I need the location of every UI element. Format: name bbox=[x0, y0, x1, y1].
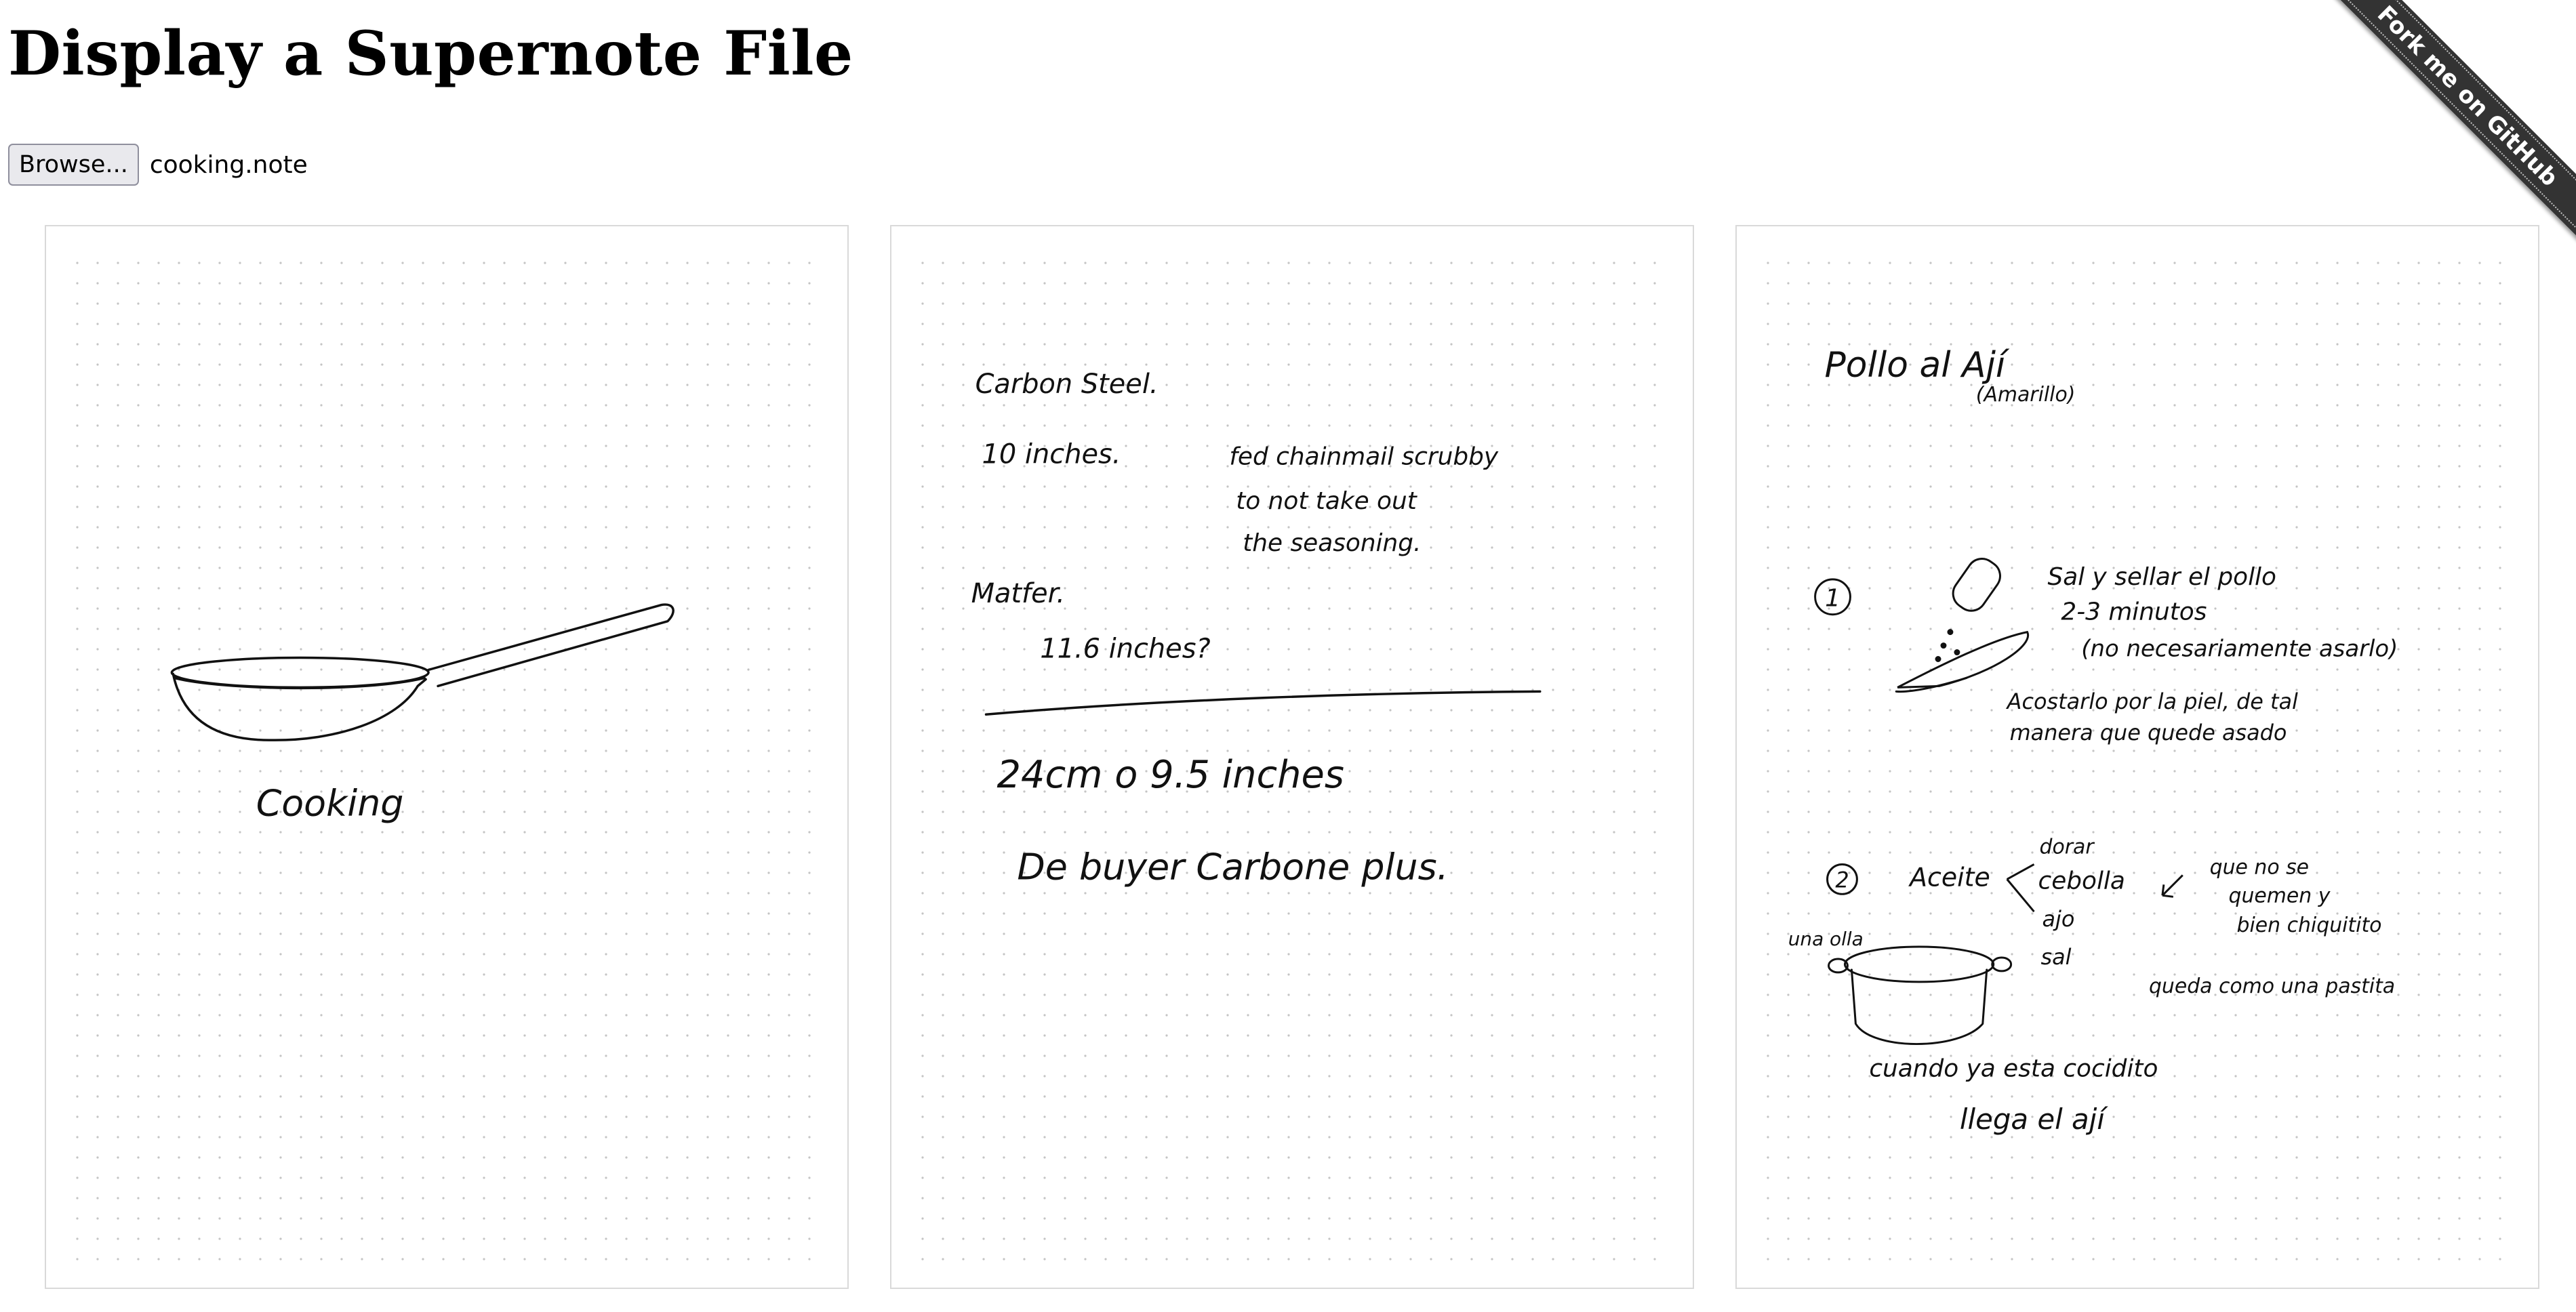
page-3-line: (Amarillo) bbox=[1976, 383, 2076, 407]
page-3-line: cuando ya esta cocidito bbox=[1869, 1054, 2158, 1082]
page-2-line: 10 inches. bbox=[982, 438, 1121, 470]
page-ink: Cooking bbox=[170, 603, 675, 825]
page-2-line: Carbon Steel. bbox=[975, 369, 1159, 400]
page-3-line: quemen y bbox=[2229, 884, 2331, 907]
page-1-line: Cooking bbox=[256, 782, 404, 825]
page-2-line: 24cm o 9.5 inches bbox=[997, 753, 1344, 797]
page-2-line: fed chainmail scrubby bbox=[1229, 443, 1499, 470]
page-2-line: to not take out bbox=[1236, 487, 1417, 515]
page-3-line: queda como una pastita bbox=[2149, 975, 2395, 998]
page-2-line: De buyer Carbone plus. bbox=[1017, 845, 1448, 888]
bracket-stroke bbox=[2006, 863, 2035, 913]
page-2-line: Matfer. bbox=[971, 578, 1065, 609]
page-3-line: bien chiquitito bbox=[2237, 914, 2382, 937]
page-3-line: (no necesariamente asarlo) bbox=[2081, 636, 2398, 662]
page-3-line: Aceite bbox=[1908, 862, 1990, 892]
page-3-line: 2-3 minutos bbox=[2061, 598, 2207, 626]
page-title: Display a Supernote File bbox=[8, 18, 853, 89]
page-3-line: 1 bbox=[1825, 585, 1840, 613]
page-2-line: 11.6 inches? bbox=[1040, 633, 1210, 664]
page-3-line: sal bbox=[2040, 944, 2071, 970]
page-3-line: ajo bbox=[2042, 906, 2074, 932]
page-3-line: dorar bbox=[2039, 836, 2095, 859]
page-3-line: cebolla bbox=[2038, 867, 2125, 895]
page-3-line: Acostarlo por la piel, de tal bbox=[2006, 689, 2298, 714]
page-3-line: Pollo al Ají bbox=[1825, 345, 2010, 386]
fork-ribbon-container: Fork me on GitHub bbox=[2332, 0, 2576, 244]
file-input[interactable]: Browse... cooking.note bbox=[8, 144, 308, 186]
salt-shaker-drawing bbox=[1895, 558, 2030, 693]
selected-file-name: cooking.note bbox=[149, 150, 308, 179]
page-3-line: una olla bbox=[1788, 928, 1864, 950]
page-3-line: llega el ají bbox=[1960, 1103, 2108, 1136]
note-page-1: Cooking bbox=[45, 225, 849, 1289]
page-3-line: Sal y sellar el pollo bbox=[2047, 563, 2276, 591]
page-3-line: que no se bbox=[2210, 855, 2309, 879]
page-ink: Carbon Steel. 10 inches. fed chainmail s… bbox=[971, 369, 1542, 888]
frying-pan-drawing bbox=[170, 603, 675, 741]
note-page-3: Pollo al Ají (Amarillo) 1 Sal y sellar e… bbox=[1735, 225, 2539, 1289]
page-ink: Pollo al Ají (Amarillo) 1 Sal y sellar e… bbox=[1788, 345, 2398, 1136]
fork-me-on-github-link[interactable]: Fork me on GitHub bbox=[2332, 0, 2576, 244]
arrow-stroke bbox=[2161, 874, 2183, 898]
divider-stroke bbox=[984, 690, 1542, 716]
note-page-2: Carbon Steel. 10 inches. fed chainmail s… bbox=[890, 225, 1694, 1289]
page-2-line: the seasoning. bbox=[1243, 529, 1421, 557]
page-3-line: 2 bbox=[1835, 867, 1849, 893]
pot-drawing bbox=[1828, 945, 2013, 1046]
browse-button[interactable]: Browse... bbox=[8, 144, 139, 186]
page-3-line: manera que quede asado bbox=[2010, 720, 2287, 745]
